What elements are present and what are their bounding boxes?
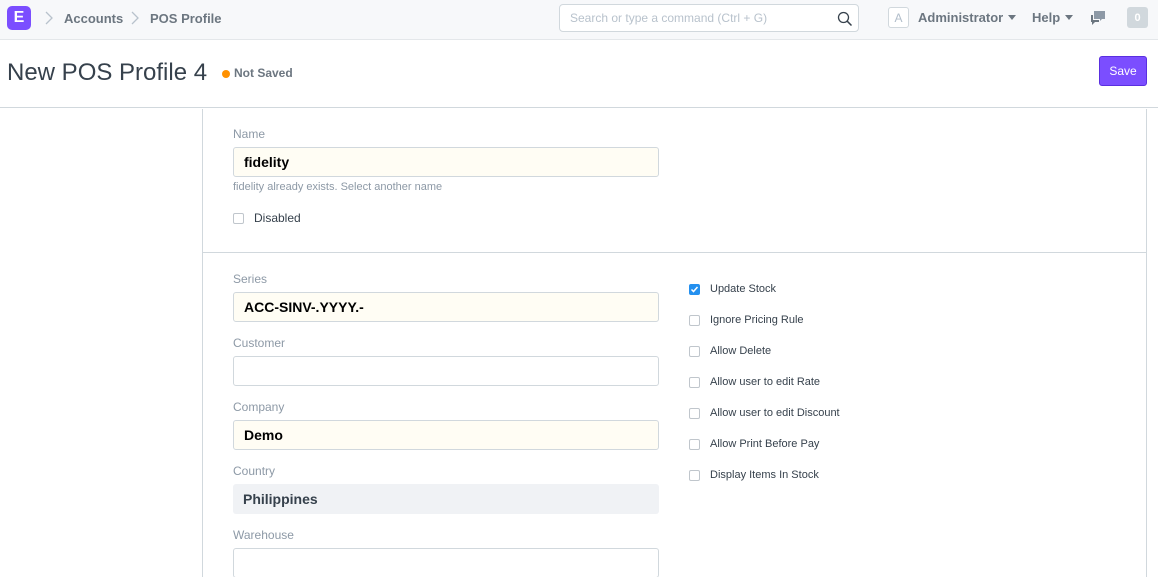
ignore-pricing-rule-checkbox[interactable] [689, 314, 700, 326]
app-logo[interactable]: E [7, 6, 31, 30]
section-divider [202, 252, 1147, 253]
chevron-right-icon [45, 11, 53, 25]
help-menu[interactable]: Help [1032, 10, 1074, 25]
update-stock-checkbox[interactable] [689, 283, 700, 295]
series-field[interactable] [233, 292, 659, 322]
page-title: New POS Profile 4 [7, 59, 208, 86]
allow-edit-discount-checkbox[interactable] [689, 407, 700, 419]
disabled-label: Disabled [254, 211, 301, 225]
status-indicator-dot [222, 70, 230, 78]
allow-print-before-pay-checkbox[interactable] [689, 438, 700, 450]
search-input[interactable] [570, 5, 830, 31]
name-help-text: fidelity already exists. Select another … [233, 181, 443, 193]
user-menu-label: Administrator [918, 10, 1004, 25]
allow-delete-label: Allow Delete [710, 345, 772, 357]
update-stock-checkbox-row[interactable]: Update Stock [689, 283, 776, 295]
country-label: Country [233, 464, 276, 478]
name-field[interactable] [233, 147, 659, 177]
allow-edit-rate-checkbox[interactable] [689, 376, 700, 388]
series-label: Series [233, 272, 268, 286]
ignore-pricing-rule-checkbox-row[interactable]: Ignore Pricing Rule [689, 314, 804, 326]
search-icon[interactable] [837, 11, 853, 27]
ignore-pricing-rule-label: Ignore Pricing Rule [710, 314, 804, 326]
company-input[interactable] [234, 421, 658, 449]
warehouse-label: Warehouse [233, 528, 294, 542]
caret-down-icon [1065, 15, 1074, 20]
chat-icon[interactable] [1089, 10, 1107, 26]
country-value: Philippines [233, 484, 659, 514]
disabled-checkbox-row[interactable]: Disabled [233, 211, 301, 225]
name-input[interactable] [234, 148, 658, 176]
warehouse-field[interactable] [233, 548, 659, 577]
company-label: Company [233, 400, 285, 414]
display-items-in-stock-checkbox[interactable] [689, 469, 700, 481]
allow-edit-rate-label: Allow user to edit Rate [710, 376, 821, 388]
help-menu-label: Help [1032, 10, 1061, 25]
search-bar[interactable] [559, 4, 859, 32]
user-menu[interactable]: Administrator [918, 10, 1017, 25]
chevron-right-icon [131, 11, 139, 25]
allow-edit-rate-checkbox-row[interactable]: Allow user to edit Rate [689, 376, 820, 388]
disabled-checkbox[interactable] [233, 212, 244, 224]
display-items-in-stock-label: Display Items In Stock [710, 469, 819, 481]
company-field[interactable] [233, 420, 659, 450]
caret-down-icon [1008, 15, 1017, 20]
update-stock-label: Update Stock [710, 283, 777, 295]
avatar[interactable]: A [888, 7, 909, 28]
navbar: E Accounts POS Profile A Administrator H… [0, 0, 1158, 40]
display-items-in-stock-checkbox-row[interactable]: Display Items In Stock [689, 469, 819, 481]
breadcrumb-pos-profile[interactable]: POS Profile [150, 11, 222, 26]
allow-delete-checkbox[interactable] [689, 345, 700, 357]
allow-edit-discount-label: Allow user to edit Discount [710, 407, 840, 419]
status-badge: Not Saved [234, 66, 293, 80]
customer-label: Customer [233, 336, 286, 350]
allow-print-before-pay-label: Allow Print Before Pay [710, 438, 820, 450]
allow-delete-checkbox-row[interactable]: Allow Delete [689, 345, 771, 357]
customer-input[interactable] [234, 357, 658, 385]
page-head: New POS Profile 4 Not Saved Save [0, 41, 1158, 108]
customer-field[interactable] [233, 356, 659, 386]
breadcrumb-accounts[interactable]: Accounts [64, 11, 123, 26]
save-button[interactable]: Save [1099, 56, 1147, 86]
warehouse-input[interactable] [234, 549, 658, 577]
series-input[interactable] [234, 293, 658, 321]
check-icon [690, 286, 699, 293]
notifications-badge[interactable]: 0 [1127, 7, 1148, 28]
allow-print-before-pay-checkbox-row[interactable]: Allow Print Before Pay [689, 438, 819, 450]
allow-edit-discount-checkbox-row[interactable]: Allow user to edit Discount [689, 407, 840, 419]
name-label: Name [233, 127, 266, 141]
